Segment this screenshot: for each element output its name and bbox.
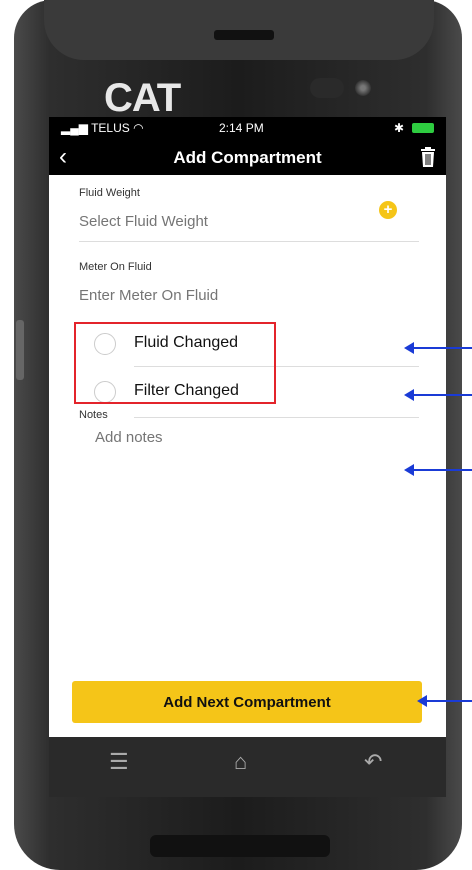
annotation-arrow [417,695,472,707]
add-fluid-weight-icon[interactable]: + [379,201,397,219]
phone-top-bezel [44,0,434,60]
home-icon[interactable]: ⌂ [234,749,247,775]
proximity-sensor [310,78,344,98]
hardware-soft-keys: ☰ ⌂ ↶ [49,737,446,797]
front-camera [355,80,371,96]
highlight-box [74,322,276,404]
trash-icon[interactable] [420,147,436,167]
add-next-compartment-button[interactable]: Add Next Compartment [72,681,422,723]
meter-on-fluid-input[interactable] [79,287,419,304]
page-title: Add Compartment [173,148,322,167]
annotation-arrow [404,464,472,476]
fluid-weight-select[interactable] [79,213,419,230]
nav-bar: ‹ Add Compartment [49,139,446,175]
divider [79,241,419,242]
side-button [16,320,24,380]
cat-logo: CAT [104,76,181,120]
annotation-arrow [404,342,472,354]
fluid-weight-label: Fluid Weight [79,187,140,199]
app-screen: ▂▄▆ TELUS ◠ 2:14 PM ✱ ‹ Add Compartment … [49,117,446,737]
notes-textarea[interactable] [95,429,419,579]
bottom-grill [150,835,330,857]
carrier-label: ▂▄▆ TELUS ◠ [61,121,144,135]
meter-on-fluid-label: Meter On Fluid [79,261,152,273]
battery-icon [412,123,434,133]
wifi-icon: ◠ [133,121,144,135]
menu-icon[interactable]: ☰ [109,749,129,775]
annotation-arrow [404,389,472,401]
notes-label: Notes [79,409,108,421]
status-bar: ▂▄▆ TELUS ◠ 2:14 PM ✱ [49,117,446,139]
signal-icon: ▂▄▆ [61,121,88,135]
bluetooth-icon: ✱ [393,121,404,135]
back-icon[interactable]: ↶ [364,749,382,775]
status-time: 2:14 PM [219,121,264,135]
divider [134,417,419,418]
